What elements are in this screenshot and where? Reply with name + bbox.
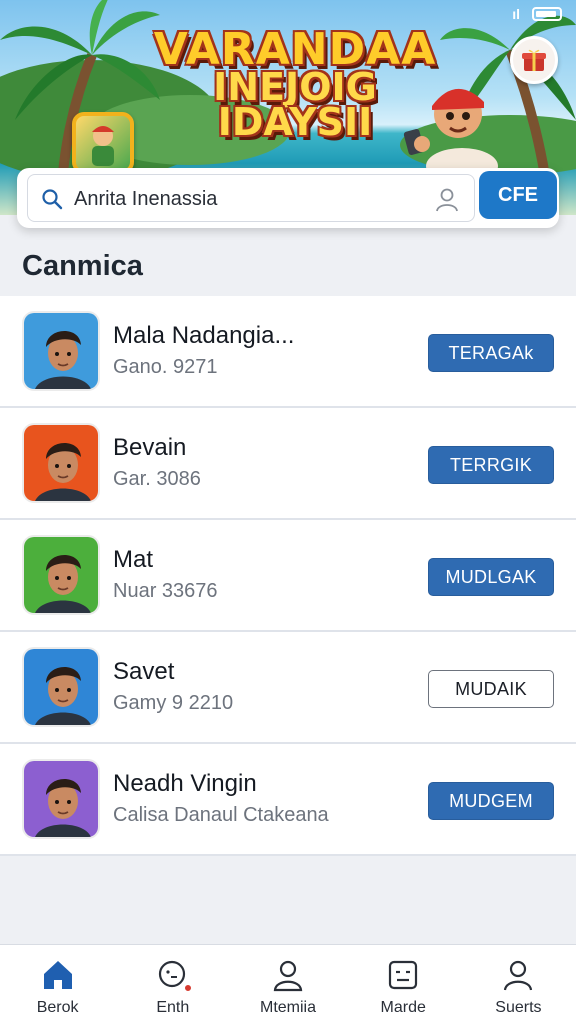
- status-bar: ıl: [512, 6, 562, 22]
- player-name: Mala Nadangia...: [113, 322, 295, 349]
- player-subtitle: Gamy 9 2210: [113, 692, 234, 714]
- user-icon: [504, 960, 533, 991]
- bottom-nav: Berok Enth Mtemiia Marde Suerts: [0, 944, 576, 1024]
- list-item[interactable]: Bevain Gar. 3086 TERRGIK: [0, 408, 576, 520]
- search-field[interactable]: [27, 174, 475, 222]
- player-portrait-icon: [24, 313, 98, 389]
- battery-icon: [532, 7, 562, 21]
- list-item[interactable]: Neadh Vingin Calisa Danaul Ctakeana MUDGEM: [0, 744, 576, 856]
- list-item[interactable]: Mala Nadangia... Gano. 9271 TERAGAk: [0, 296, 576, 408]
- player-portrait-icon: [24, 537, 98, 613]
- player-name: Savet: [113, 658, 175, 685]
- profile-avatar-button[interactable]: [510, 36, 558, 84]
- player-list: Mala Nadangia... Gano. 9271 TERAGAk Bevain G…: [0, 296, 576, 856]
- player-portrait-icon: [24, 649, 98, 725]
- mascot-character: [403, 88, 498, 178]
- signal-icon: ıl: [512, 6, 520, 22]
- nav-item-marde[interactable]: Marde: [346, 945, 461, 1024]
- game-title-line1: VARANDAA: [153, 24, 437, 75]
- nav-label: Marde: [380, 999, 426, 1016]
- profile-icon: [273, 960, 303, 992]
- player-avatar[interactable]: [22, 535, 100, 615]
- character-icon: [92, 126, 114, 166]
- list-item[interactable]: Mat Nuar 33676 MUDLGAK: [0, 520, 576, 632]
- player-action-button[interactable]: MUDGEM: [428, 782, 554, 820]
- player-name: Neadh Vingin: [113, 770, 257, 797]
- nav-item-mtemiia[interactable]: Mtemiia: [230, 945, 345, 1024]
- notification-dot: [183, 983, 194, 993]
- section-title: Canmica: [22, 250, 143, 282]
- player-action-button[interactable]: MUDAIK: [428, 670, 554, 708]
- face-box-icon: [389, 960, 418, 990]
- player-portrait-icon: [24, 761, 98, 837]
- player-subtitle: Gano. 9271: [113, 356, 218, 378]
- player-name: Bevain: [113, 434, 187, 461]
- nav-label: Suerts: [495, 999, 542, 1016]
- search-card: CFE: [17, 168, 559, 228]
- nav-item-berok[interactable]: Berok: [0, 945, 115, 1024]
- player-avatar[interactable]: [22, 647, 100, 727]
- player-avatar[interactable]: [22, 759, 100, 839]
- nav-item-enth[interactable]: Enth: [115, 945, 230, 1024]
- search-submit-button[interactable]: CFE: [479, 171, 557, 219]
- player-subtitle: Gar. 3086: [113, 468, 201, 490]
- player-action-button[interactable]: MUDLGAK: [428, 558, 554, 596]
- nav-label: Berok: [36, 999, 79, 1016]
- player-action-button[interactable]: TERAGAk: [428, 334, 554, 372]
- list-item[interactable]: Savet Gamy 9 2210 MUDAIK: [0, 632, 576, 744]
- player-avatar[interactable]: [22, 423, 100, 503]
- player-subtitle: Calisa Danaul Ctakeana: [113, 804, 329, 826]
- player-avatar[interactable]: [22, 311, 100, 391]
- game-app-icon[interactable]: [72, 112, 134, 174]
- nav-item-suerts[interactable]: Suerts: [461, 945, 576, 1024]
- home-icon: [43, 961, 72, 989]
- player-subtitle: Nuar 33676: [113, 580, 218, 602]
- person-icon[interactable]: [434, 186, 460, 212]
- search-icon: [42, 189, 63, 210]
- search-input[interactable]: [74, 183, 424, 215]
- nav-label: Mtemiia: [260, 999, 317, 1016]
- gift-icon: [522, 49, 546, 71]
- player-action-button[interactable]: TERRGIK: [428, 446, 554, 484]
- player-portrait-icon: [24, 425, 98, 501]
- nav-label: Enth: [156, 999, 190, 1016]
- player-name: Mat: [113, 546, 154, 573]
